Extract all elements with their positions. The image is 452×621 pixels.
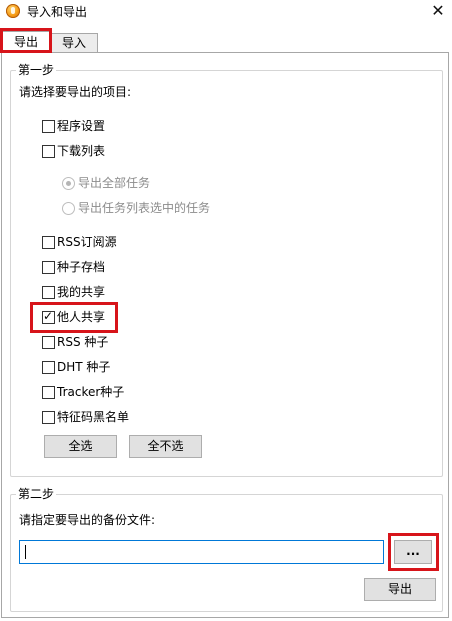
checkbox-label-rss-feeds: RSS订阅源 (57, 235, 117, 249)
checkbox-my-shares[interactable] (42, 286, 55, 299)
checkbox-signature-blacklist[interactable] (42, 411, 55, 424)
checkbox-label-tracker-torrents: Tracker种子 (57, 385, 125, 399)
checkbox-label-my-shares: 我的共享 (57, 285, 106, 299)
export-button[interactable]: 导出 (364, 578, 436, 601)
radio-export-selected[interactable] (62, 202, 75, 215)
step2-instruction: 请指定要导出的备份文件: (19, 513, 156, 527)
highlight-others-shares (30, 302, 118, 333)
text-caret (25, 545, 26, 559)
close-icon[interactable]: ✕ (426, 1, 450, 21)
step1-instruction: 请选择要导出的项目: (19, 85, 132, 99)
checkbox-tracker-torrents[interactable] (42, 386, 55, 399)
checkbox-label-signature-blacklist: 特征码黑名单 (57, 410, 130, 424)
tab-strip: 导出 导入 (0, 31, 452, 54)
checkbox-label-program-settings: 程序设置 (57, 119, 106, 133)
checkbox-label-rss-torrents: RSS 种子 (57, 335, 109, 349)
select-none-button[interactable]: 全不选 (129, 435, 202, 458)
checkbox-label-download-list: 下载列表 (57, 144, 106, 158)
radio-label-export-all: 导出全部任务 (78, 176, 151, 190)
highlight-tab-export (0, 28, 52, 53)
checkbox-rss-torrents[interactable] (42, 336, 55, 349)
checkbox-rss-feeds[interactable] (42, 236, 55, 249)
checkbox-label-dht-torrents: DHT 种子 (57, 360, 111, 374)
highlight-browse-button (388, 533, 439, 571)
checkbox-download-list[interactable] (42, 145, 55, 158)
select-all-button[interactable]: 全选 (44, 435, 117, 458)
tab-import[interactable]: 导入 (50, 33, 98, 54)
thunder-app-icon (6, 4, 20, 18)
window-title: 导入和导出 (27, 5, 88, 19)
checkbox-label-torrent-archive: 种子存档 (57, 260, 106, 274)
radio-export-all[interactable] (62, 177, 75, 190)
checkbox-torrent-archive[interactable] (42, 261, 55, 274)
backup-file-path-input[interactable] (19, 540, 384, 564)
radio-label-export-selected: 导出任务列表选中的任务 (78, 201, 211, 215)
step1-legend: 第一步 (16, 63, 57, 77)
checkbox-program-settings[interactable] (42, 120, 55, 133)
step2-legend: 第二步 (16, 487, 57, 501)
checkbox-dht-torrents[interactable] (42, 361, 55, 374)
